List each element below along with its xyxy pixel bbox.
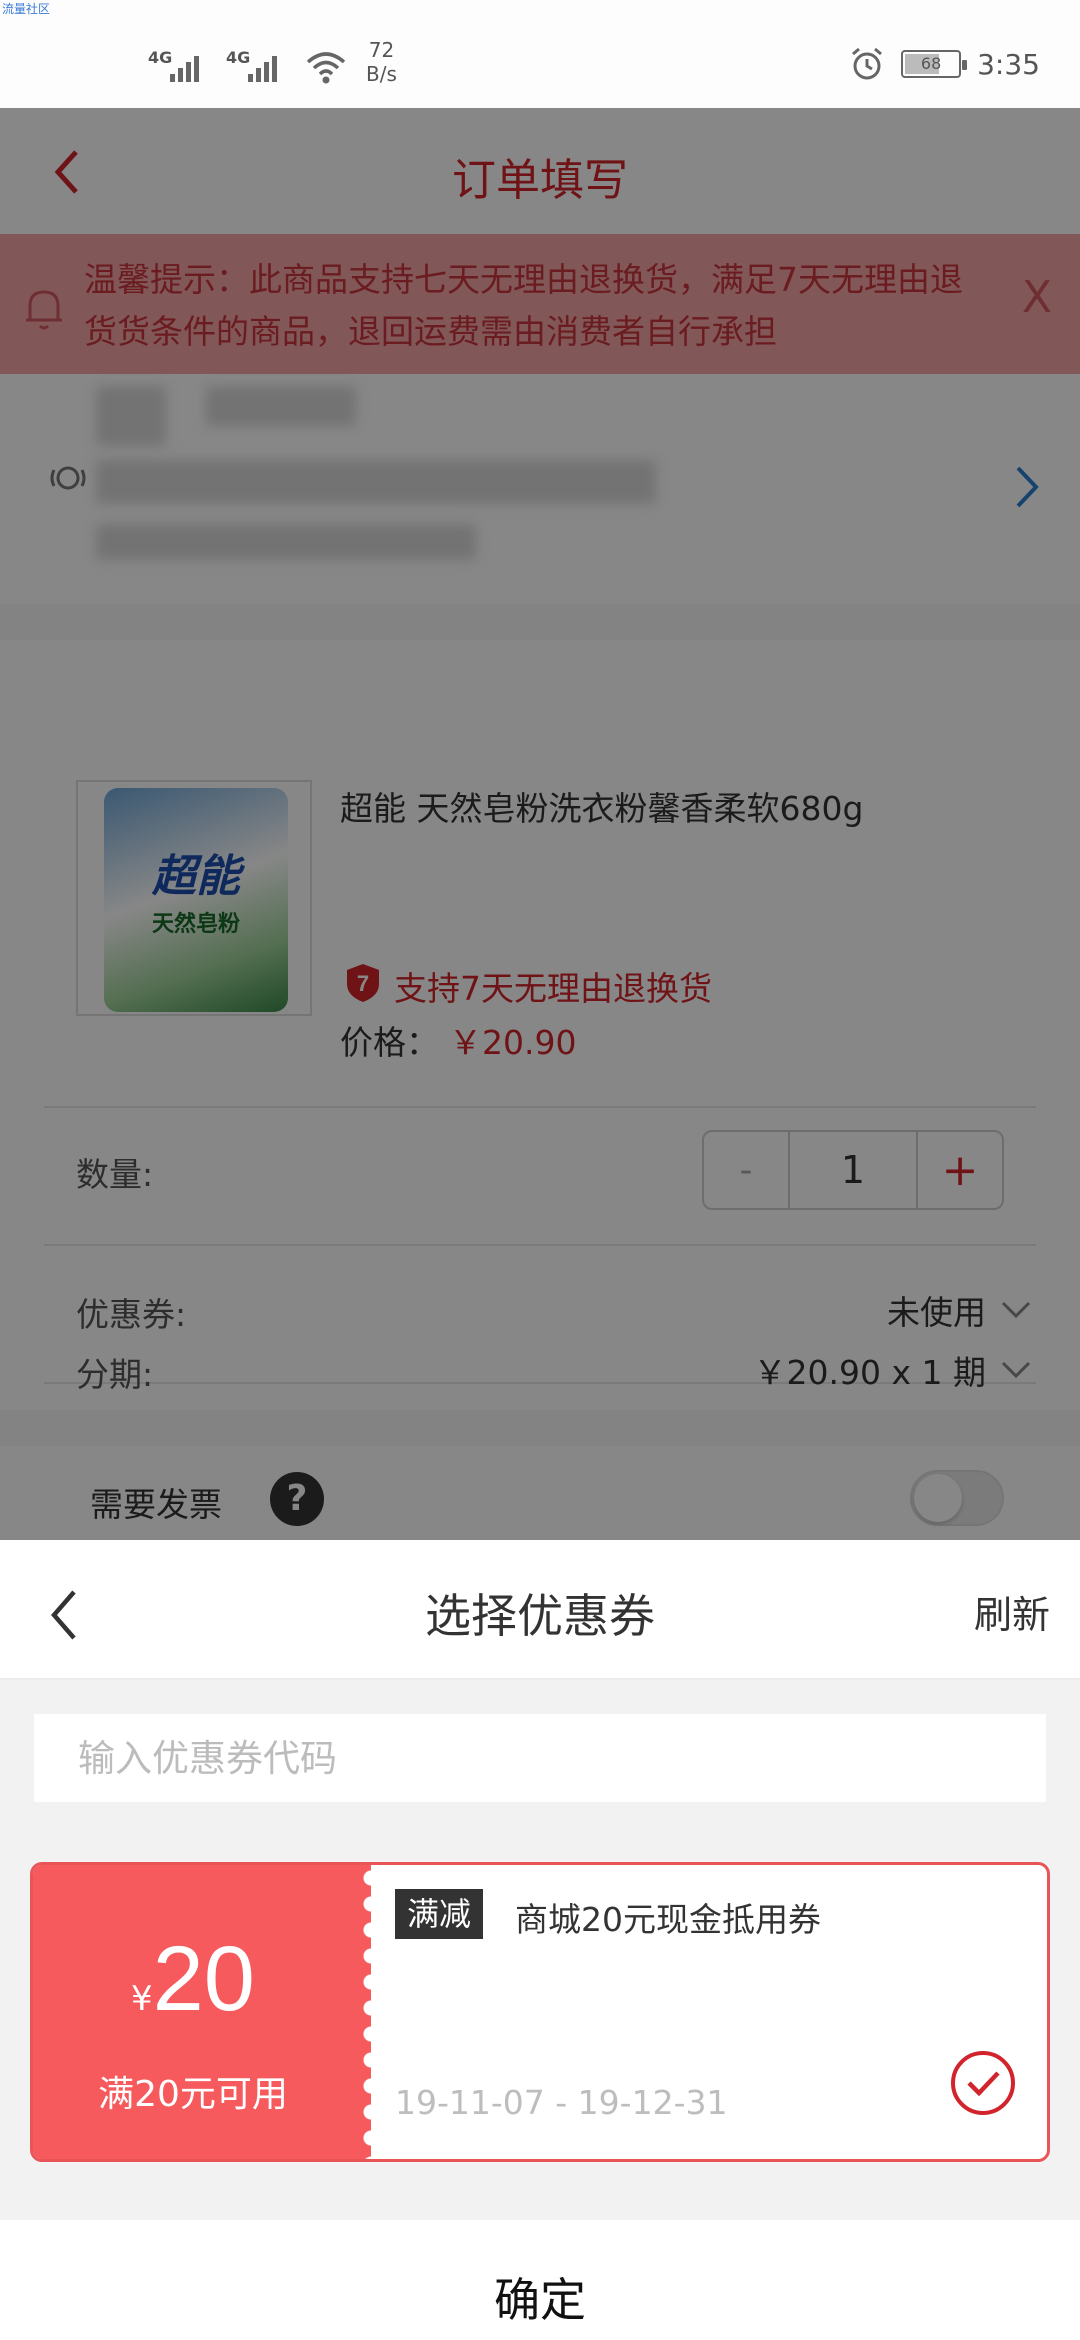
status-bar: 流量社区 4G 4G 72 B/s 68 3:35 — [0, 0, 1080, 108]
coupon-card[interactable]: ¥20 满20元可用 满减 商城20元现金抵用券 19-11-07 - 19-1… — [30, 1862, 1050, 2162]
refresh-button[interactable]: 刷新 — [974, 1584, 1050, 1639]
speed-unit: B/s — [366, 62, 397, 86]
coupon-tag: 满减 — [395, 1889, 484, 1939]
corner-tag: 流量社区 — [2, 2, 51, 16]
network-type-2: 4G — [226, 48, 251, 67]
network-speed: 72 B/s — [366, 38, 397, 86]
coupon-amount: ¥20 — [33, 1927, 353, 2032]
coupon-perforation — [353, 1865, 371, 2159]
coupon-sheet: 选择优惠券 刷新 ¥20 满20元可用 满减 商城20元现金抵用券 19-11-… — [0, 1540, 1080, 2340]
coupon-name: 商城20元现金抵用券 — [515, 1900, 821, 1939]
speed-value: 72 — [368, 38, 395, 62]
signal-icon: 4G — [226, 42, 286, 86]
coupon-condition: 满20元可用 — [98, 2074, 288, 2115]
coupon-amount-panel: ¥20 满20元可用 — [33, 1865, 353, 2159]
battery-icon: 68 — [901, 50, 968, 78]
wifi-icon — [306, 52, 346, 84]
clock: 3:35 — [977, 47, 1040, 81]
sheet-header: 选择优惠券 刷新 — [0, 1540, 1080, 1680]
coupon-amount-value: 20 — [152, 1928, 255, 2030]
confirm-button[interactable]: 确定 — [0, 2220, 1080, 2340]
sheet-title: 选择优惠券 — [425, 1589, 655, 1643]
signal-icon: 4G — [148, 42, 208, 86]
network-type-1: 4G — [148, 48, 173, 67]
coupon-code-input[interactable] — [34, 1714, 1046, 1802]
modal-overlay[interactable] — [0, 108, 1080, 1540]
coupon-validity: 19-11-07 - 19-12-31 — [395, 2083, 728, 2122]
alarm-icon — [852, 47, 883, 80]
currency-symbol: ¥ — [131, 1979, 153, 2019]
check-circle-icon[interactable] — [949, 2049, 1017, 2117]
battery-level: 68 — [920, 54, 942, 73]
